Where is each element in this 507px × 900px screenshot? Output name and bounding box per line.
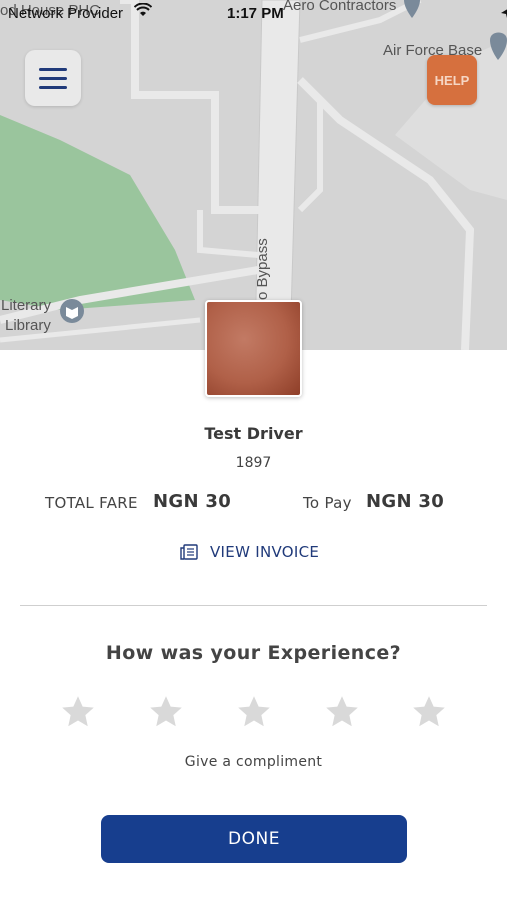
battery-icon — [501, 9, 507, 18]
hamburger-menu-icon — [39, 68, 67, 71]
help-button[interactable]: HELP — [427, 55, 477, 105]
status-bar: Network Provider 1:17 PM — [0, 0, 507, 28]
location-arrow-icon — [501, 9, 507, 18]
star-icon-1[interactable] — [60, 694, 96, 730]
star-icon-2[interactable] — [148, 694, 184, 730]
driver-name: Test Driver — [204, 424, 303, 443]
divider — [20, 605, 487, 606]
map-label-library-2: Library — [5, 317, 51, 334]
status-time: 1:17 PM — [227, 5, 284, 22]
to-pay-value: NGN 30 — [366, 491, 445, 512]
to-pay-label: To Pay — [303, 494, 352, 512]
star-icon-5[interactable] — [411, 694, 447, 730]
experience-question: How was your Experience? — [105, 642, 402, 664]
done-button[interactable]: DONE — [101, 815, 407, 863]
driver-id: 1897 — [235, 455, 272, 471]
carrier-label: Network Provider — [8, 5, 124, 22]
map-view[interactable]: od House PHC Aero Contractors Air Force … — [0, 0, 507, 350]
total-fare-value: NGN 30 — [153, 491, 232, 512]
map-label-library-1: Literary — [1, 297, 52, 314]
view-invoice-link[interactable]: VIEW INVOICE — [180, 540, 319, 564]
give-compliment-link[interactable]: Give a compliment — [0, 754, 507, 770]
star-icon-3[interactable] — [236, 694, 272, 730]
map-label-road: o Bypass — [254, 238, 271, 300]
invoice-icon — [180, 544, 198, 560]
menu-button[interactable] — [25, 50, 81, 106]
driver-avatar — [205, 300, 302, 397]
star-icon-4[interactable] — [324, 694, 360, 730]
view-invoice-label: VIEW INVOICE — [210, 543, 320, 561]
total-fare-label: TOTAL FARE — [45, 494, 138, 512]
